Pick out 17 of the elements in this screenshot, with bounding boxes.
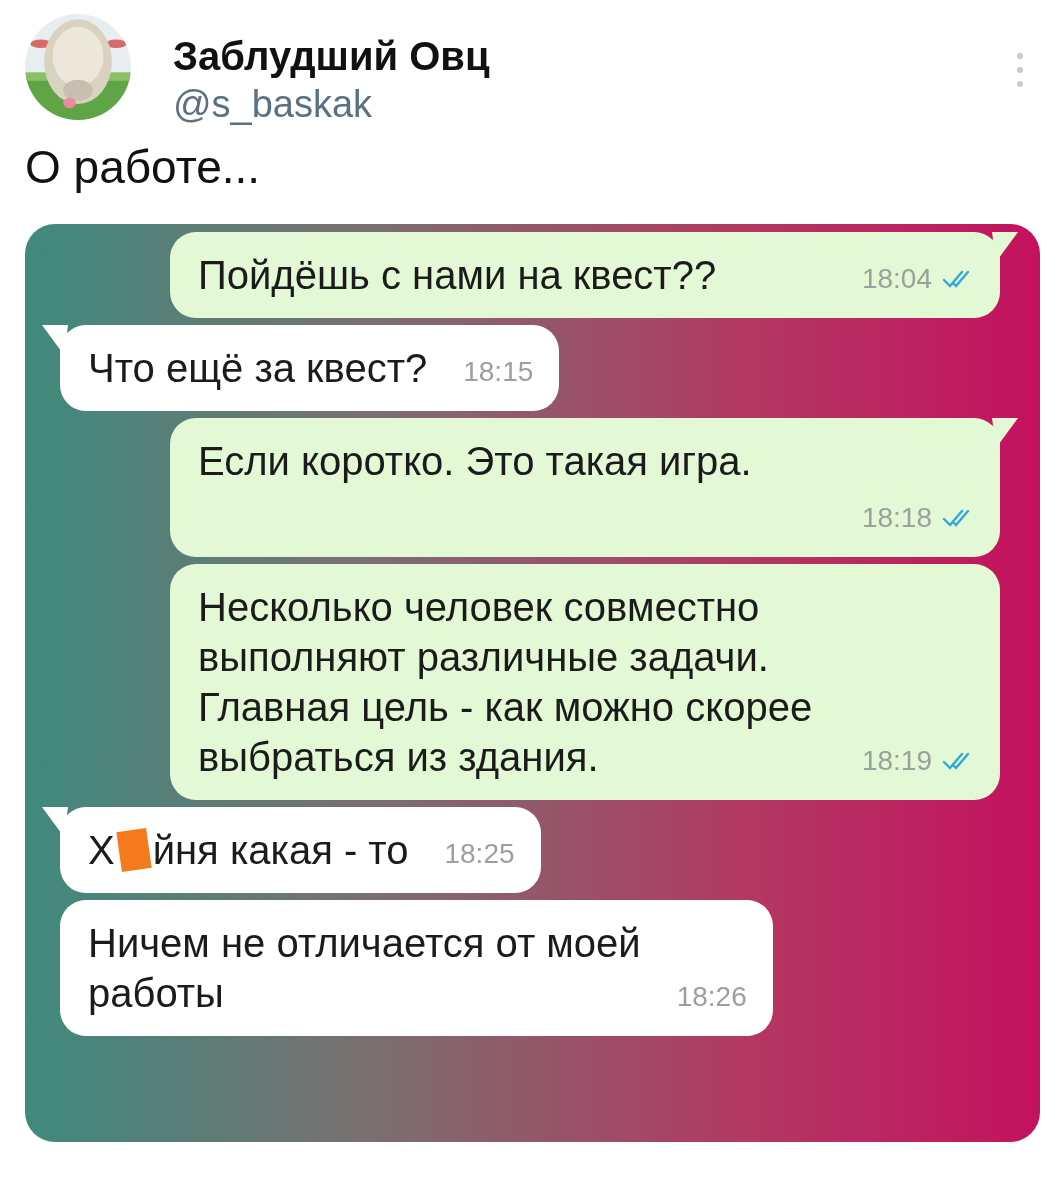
author-name: Заблудший Овц [173, 34, 491, 79]
message-time: 18:26 [676, 980, 747, 1014]
author-handle: @s_baskak [173, 83, 374, 126]
message-text: йня какая - то [152, 827, 409, 874]
message-time: 18:04 [861, 262, 932, 296]
message-time: 18:19 [861, 744, 932, 778]
message-text: Что ещё за квест? [88, 345, 428, 392]
message-text: Ничем не отличается от моей работы [88, 920, 641, 1017]
message-text: Если коротко. Это такая игра. [198, 438, 753, 485]
message-time: 18:15 [463, 355, 534, 389]
message-time: 18:25 [444, 837, 515, 871]
message-time: 18:18 [861, 501, 932, 535]
message-text: Пойдёшь с нами на квест?? [198, 252, 717, 299]
message-text: Несколько человек совместно выполняют различные задачи. Главная цель - как можно скорее выбраться из здания. [198, 584, 813, 781]
more-icon[interactable] [1016, 52, 1024, 88]
message-text: Х [88, 827, 115, 874]
tweet-text: О работе... [24, 140, 262, 194]
